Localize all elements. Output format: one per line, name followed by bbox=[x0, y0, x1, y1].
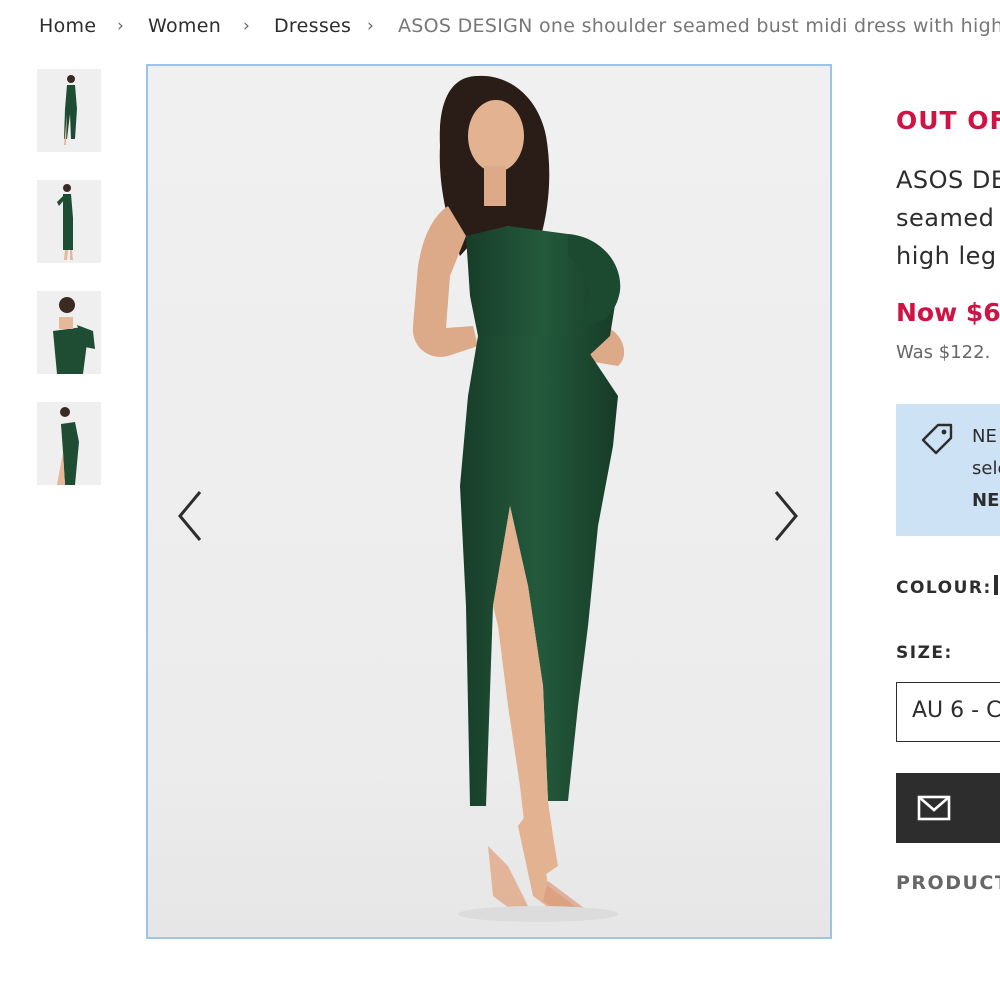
breadcrumb-separator: › bbox=[117, 16, 125, 36]
product-title-line: seamed b bbox=[896, 204, 1000, 232]
breadcrumb-separator: › bbox=[367, 16, 375, 36]
size-select[interactable]: AU 6 - C bbox=[896, 682, 1000, 742]
stock-status: OUT OF bbox=[896, 106, 1000, 135]
size-selected-value: AU 6 - C bbox=[912, 698, 1000, 723]
notify-me-button[interactable] bbox=[896, 773, 1000, 843]
thumbnail-3[interactable] bbox=[37, 291, 101, 374]
breadcrumb-current: ASOS DESIGN one shoulder seamed bust mid… bbox=[398, 15, 1000, 37]
breadcrumb-separator: › bbox=[243, 16, 251, 36]
price-tag-icon bbox=[921, 423, 953, 455]
mail-icon bbox=[917, 795, 951, 821]
breadcrumb-dresses[interactable]: Dresses bbox=[274, 12, 351, 40]
promo-banner: NE sele NE bbox=[896, 404, 1000, 536]
thumbnail-1[interactable] bbox=[37, 69, 101, 152]
breadcrumb-home[interactable]: Home bbox=[39, 12, 96, 40]
promo-code: NE bbox=[972, 490, 1000, 511]
colour-label: COLOUR: bbox=[896, 578, 992, 598]
breadcrumb-women[interactable]: Women bbox=[148, 12, 221, 40]
size-label: SIZE: bbox=[896, 643, 953, 663]
main-product-image[interactable] bbox=[146, 64, 832, 939]
product-details-heading[interactable]: PRODUCT bbox=[896, 872, 1000, 894]
product-title-line: high leg bbox=[896, 242, 997, 270]
thumbnail-2[interactable] bbox=[37, 180, 101, 263]
product-title-line: ASOS DE bbox=[896, 166, 1000, 194]
product-photo bbox=[148, 66, 830, 937]
thumbnail-4[interactable] bbox=[37, 402, 101, 485]
next-image-button[interactable] bbox=[764, 486, 804, 546]
promo-text-line: NE bbox=[972, 426, 997, 447]
previous-image-button[interactable] bbox=[172, 486, 212, 546]
current-price: Now $6 bbox=[896, 298, 1000, 327]
chevron-left-icon bbox=[178, 491, 202, 541]
chevron-right-icon bbox=[774, 491, 798, 541]
promo-text-line: sele bbox=[972, 458, 1000, 479]
colour-value bbox=[994, 575, 998, 595]
original-price: Was $122. bbox=[896, 342, 991, 363]
